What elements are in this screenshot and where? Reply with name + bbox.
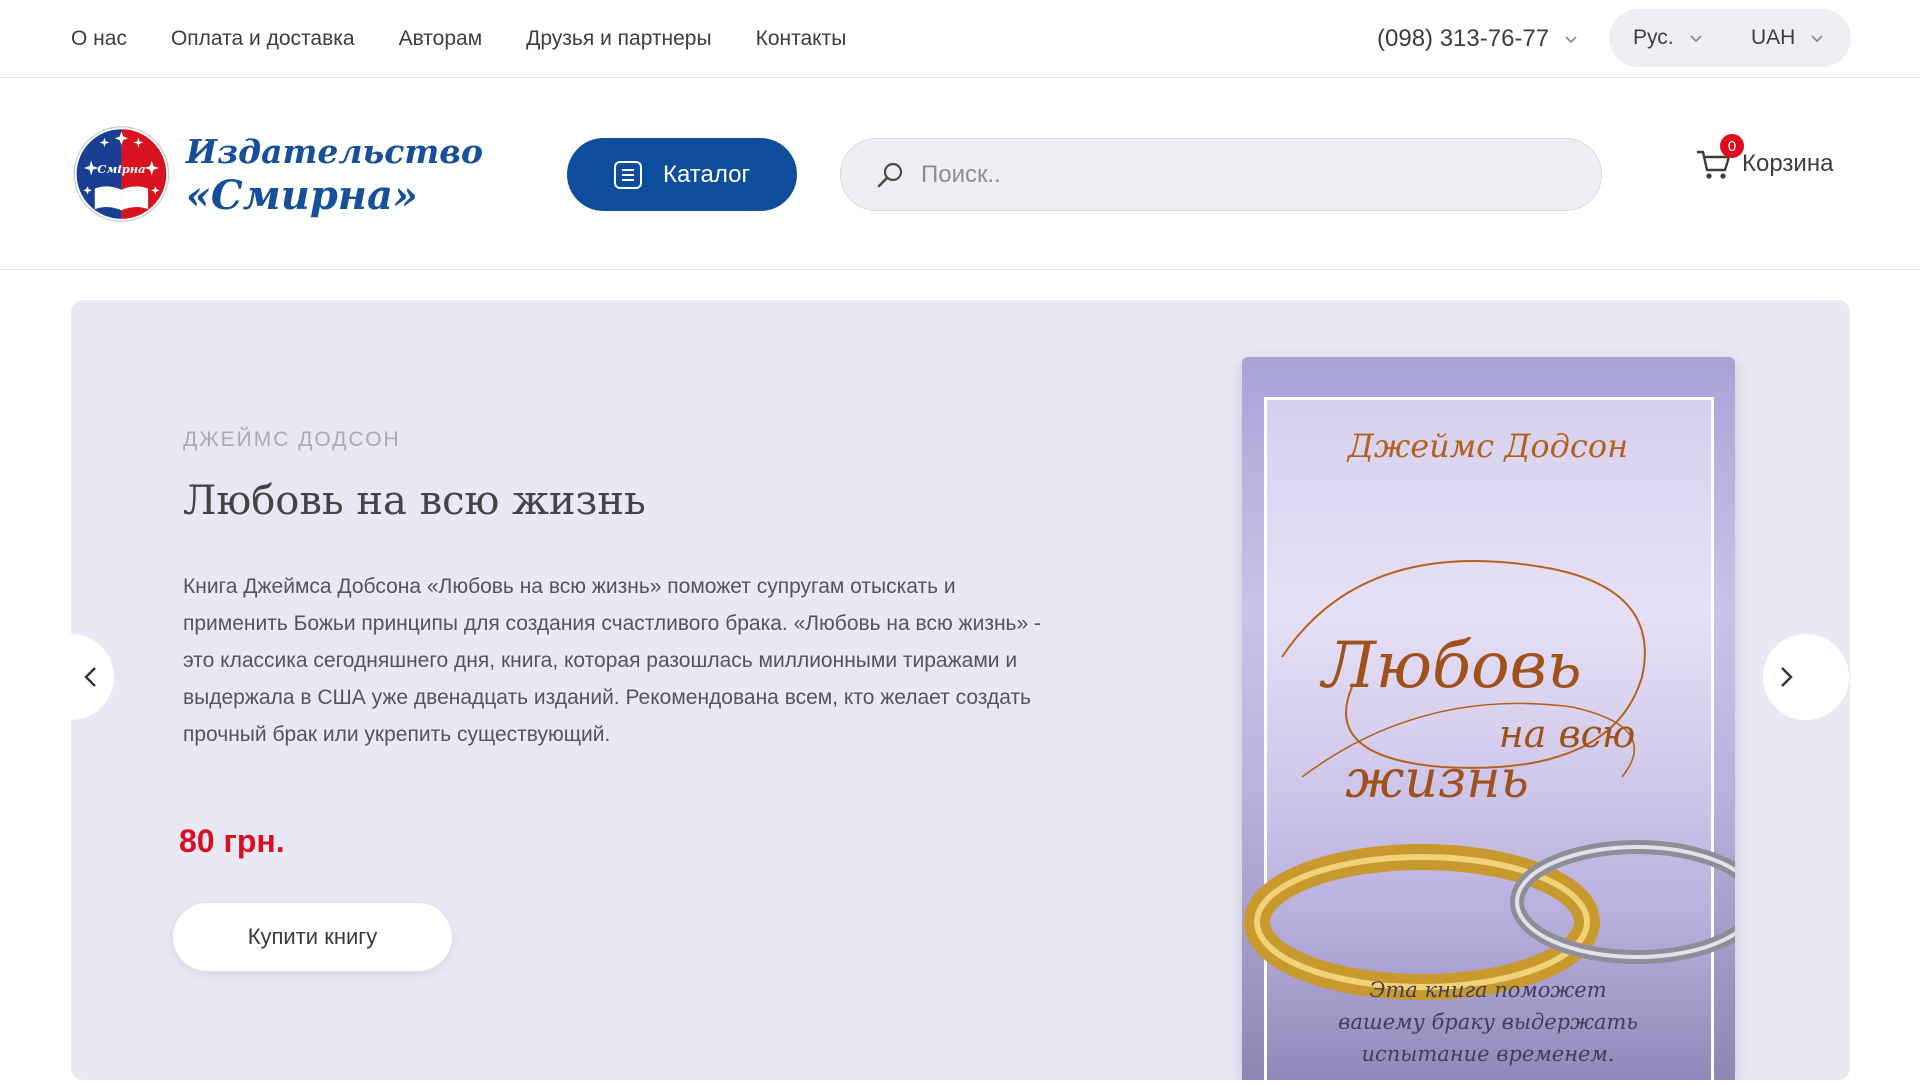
- logo-emblem-icon: Смірна: [73, 126, 170, 222]
- chevron-left-icon: [84, 667, 96, 687]
- cover-tagline-1: Эта книга поможет: [1369, 978, 1606, 1002]
- book-cover-image[interactable]: Джеймс Додсон Любовь на всю жизнь Эта кн…: [1242, 357, 1735, 1080]
- cart-icon-wrap: 0: [1694, 134, 1744, 184]
- cart-button[interactable]: 0 Корзина: [1694, 134, 1834, 189]
- cover-title-line-1: Любовь: [1319, 629, 1581, 703]
- currency-dropdown[interactable]: UAH: [1751, 9, 1825, 67]
- book-title[interactable]: Любовь на всю жизнь: [183, 478, 646, 524]
- cover-tagline-3: испытание временем.: [1361, 1042, 1614, 1066]
- nav-link-authors[interactable]: Авторам: [399, 27, 483, 51]
- chevron-down-icon: [1689, 35, 1702, 43]
- hero-slider: Джеймс Додсон Любовь на всю жизнь Книга …: [71, 300, 1850, 1080]
- slider-next-button[interactable]: [1763, 634, 1849, 720]
- nav-link-partners[interactable]: Друзья и партнеры: [526, 27, 711, 51]
- phone-number: (098) 313-76-77: [1377, 25, 1550, 52]
- catalog-button[interactable]: Каталог: [567, 138, 797, 211]
- search-bar: [840, 138, 1602, 211]
- site-header: Смірна Издательство «Смирна» Каталог Пои…: [0, 79, 1920, 270]
- cover-title-line-3: жизнь: [1345, 750, 1529, 810]
- language-dropdown[interactable]: Рус.: [1633, 9, 1704, 67]
- logo-emblem-text: Смірна: [97, 162, 145, 176]
- currency-value: UAH: [1751, 26, 1796, 49]
- logo-line-1: Издательство: [185, 132, 483, 171]
- menu-list-icon: [614, 161, 642, 189]
- book-description: Книга Джеймса Добсона «Любовь на всю жиз…: [183, 575, 1041, 746]
- locale-switcher: Рус. UAH: [1609, 9, 1851, 67]
- nav-link-about[interactable]: О нас: [71, 27, 127, 51]
- nav-link-contacts[interactable]: Контакты: [756, 27, 847, 51]
- top-nav: О нас Оплата и доставка Авторам Друзья и…: [71, 0, 846, 78]
- cover-author-text: Джеймс Додсон: [1346, 427, 1628, 465]
- search-input[interactable]: [921, 139, 1581, 210]
- logo-wordmark: Издательство «Смирна»: [186, 130, 483, 218]
- slider-prev-button[interactable]: [71, 634, 114, 720]
- cover-tagline-2: вашему браку выдержать: [1338, 1010, 1638, 1034]
- catalog-button-label: Каталог: [663, 160, 751, 188]
- search-icon[interactable]: [875, 160, 905, 190]
- site-logo[interactable]: Смірна Издательство «Смирна»: [73, 94, 483, 254]
- chevron-down-icon: [1565, 36, 1577, 44]
- book-cover-art: Джеймс Додсон Любовь на всю жизнь Эта кн…: [1244, 427, 1735, 1066]
- cart-count-badge: 0: [1720, 134, 1744, 158]
- logo-line-2: «Смирна»: [185, 172, 418, 219]
- chevron-right-icon: [1781, 667, 1793, 687]
- language-value: Рус.: [1633, 26, 1674, 49]
- top-bar: О нас Оплата и доставка Авторам Друзья и…: [0, 0, 1920, 78]
- book-price: 80 грн.: [179, 823, 285, 859]
- chevron-down-icon: [1811, 35, 1823, 43]
- book-author: Джеймс Додсон: [183, 428, 401, 451]
- nav-link-payment-delivery[interactable]: Оплата и доставка: [171, 27, 355, 51]
- phone-dropdown[interactable]: (098) 313-76-77: [1377, 0, 1579, 78]
- cart-label: Корзина: [1742, 150, 1834, 177]
- buy-book-button[interactable]: Купити книгу: [173, 903, 452, 971]
